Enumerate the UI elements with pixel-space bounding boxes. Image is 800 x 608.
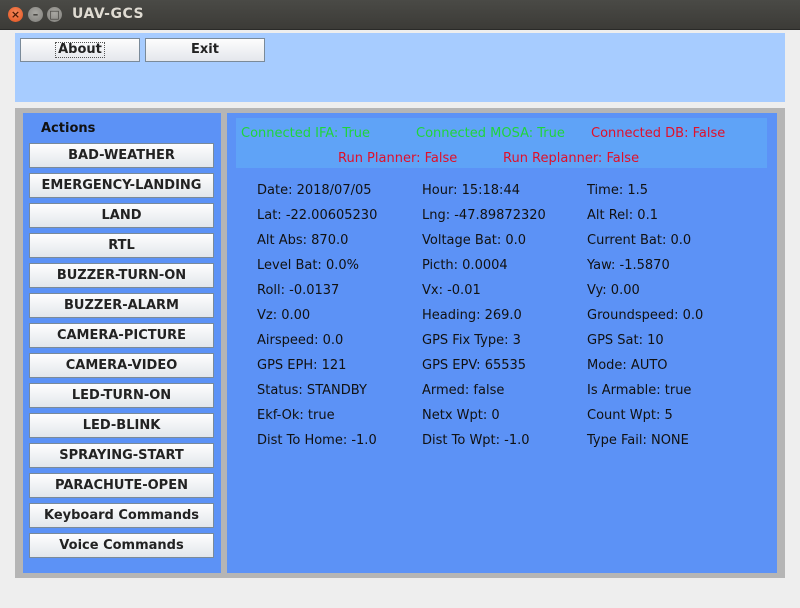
connected-ifa-status: Connected IFA: True bbox=[241, 126, 371, 141]
telemetry-field-right: Current Bat: 0.0 bbox=[587, 233, 692, 248]
action-button-bad-weather[interactable]: BAD-WEATHER bbox=[29, 143, 214, 168]
telemetry-field-middle: Heading: 269.0 bbox=[422, 308, 522, 323]
telemetry-field-right: Time: 1.5 bbox=[587, 183, 649, 198]
action-button-keyboard-commands[interactable]: Keyboard Commands bbox=[29, 503, 214, 528]
window-title: UAV-GCS bbox=[72, 6, 145, 22]
telemetry-field-middle: Hour: 15:18:44 bbox=[422, 183, 520, 198]
telemetry-field-middle: Vx: -0.01 bbox=[422, 283, 481, 298]
telemetry-field-left: Vz: 0.00 bbox=[257, 308, 311, 323]
telemetry-field-middle: Voltage Bat: 0.0 bbox=[422, 233, 527, 248]
telemetry-field-left: Airspeed: 0.0 bbox=[257, 333, 344, 348]
connected-db-status: Connected DB: False bbox=[591, 126, 726, 141]
actions-title: Actions bbox=[41, 121, 96, 136]
telemetry-field-left: Lat: -22.00605230 bbox=[257, 208, 378, 223]
action-button-voice-commands[interactable]: Voice Commands bbox=[29, 533, 214, 558]
telemetry-field-right: GPS Sat: 10 bbox=[587, 333, 664, 348]
exit-button[interactable]: Exit bbox=[145, 38, 265, 62]
about-button[interactable]: About bbox=[20, 38, 140, 62]
telemetry-field-left: GPS EPH: 121 bbox=[257, 358, 347, 373]
minimize-window-button[interactable]: – bbox=[28, 7, 43, 22]
action-button-buzzer-turn-on[interactable]: BUZZER-TURN-ON bbox=[29, 263, 214, 288]
telemetry-field-left: Date: 2018/07/05 bbox=[257, 183, 372, 198]
action-button-buzzer-alarm[interactable]: BUZZER-ALARM bbox=[29, 293, 214, 318]
telemetry-field-middle: GPS EPV: 65535 bbox=[422, 358, 527, 373]
telemetry-field-middle: Dist To Wpt: -1.0 bbox=[422, 433, 530, 448]
action-button-spraying-start[interactable]: SPRAYING-START bbox=[29, 443, 214, 468]
telemetry-field-right: Yaw: -1.5870 bbox=[587, 258, 670, 273]
telemetry-field-middle: Lng: -47.89872320 bbox=[422, 208, 546, 223]
telemetry-field-left: Alt Abs: 870.0 bbox=[257, 233, 349, 248]
telemetry-field-right: Count Wpt: 5 bbox=[587, 408, 673, 423]
run-planner-status: Run Planner: False bbox=[338, 151, 458, 166]
telemetry-field-left: Status: STANDBY bbox=[257, 383, 367, 398]
connected-mosa-status: Connected MOSA: True bbox=[416, 126, 565, 141]
close-window-button[interactable]: × bbox=[8, 7, 23, 22]
telemetry-field-middle: GPS Fix Type: 3 bbox=[422, 333, 521, 348]
title-bar: × – □ UAV-GCS bbox=[0, 0, 800, 30]
actions-panel: Actions BAD-WEATHER EMERGENCY-LANDING LA… bbox=[23, 113, 221, 573]
action-button-rtl[interactable]: RTL bbox=[29, 233, 214, 258]
action-button-emergency-landing[interactable]: EMERGENCY-LANDING bbox=[29, 173, 214, 198]
telemetry-field-left: Roll: -0.0137 bbox=[257, 283, 340, 298]
telemetry-field-left: Level Bat: 0.0% bbox=[257, 258, 359, 273]
action-button-camera-video[interactable]: CAMERA-VIDEO bbox=[29, 353, 214, 378]
run-replanner-status: Run Replanner: False bbox=[503, 151, 640, 166]
action-button-land[interactable]: LAND bbox=[29, 203, 214, 228]
action-button-parachute-open[interactable]: PARACHUTE-OPEN bbox=[29, 473, 214, 498]
telemetry-field-right: Vy: 0.00 bbox=[587, 283, 640, 298]
telemetry-field-right: Groundspeed: 0.0 bbox=[587, 308, 704, 323]
telemetry-field-left: Dist To Home: -1.0 bbox=[257, 433, 377, 448]
main-frame: Actions BAD-WEATHER EMERGENCY-LANDING LA… bbox=[15, 108, 785, 578]
maximize-window-button[interactable]: □ bbox=[47, 7, 62, 22]
telemetry-field-middle: Picth: 0.0004 bbox=[422, 258, 508, 273]
telemetry-field-middle: Armed: false bbox=[422, 383, 505, 398]
telemetry-field-middle: Netx Wpt: 0 bbox=[422, 408, 500, 423]
action-button-led-turn-on[interactable]: LED-TURN-ON bbox=[29, 383, 214, 408]
about-button-label: About bbox=[55, 42, 105, 58]
telemetry-field-right: Alt Rel: 0.1 bbox=[587, 208, 658, 223]
telemetry-field-right: Is Armable: true bbox=[587, 383, 692, 398]
telemetry-field-left: Ekf-Ok: true bbox=[257, 408, 335, 423]
action-button-camera-picture[interactable]: CAMERA-PICTURE bbox=[29, 323, 214, 348]
telemetry-field-right: Type Fail: NONE bbox=[587, 433, 689, 448]
top-toolbar-panel: About Exit bbox=[15, 33, 785, 102]
telemetry-field-right: Mode: AUTO bbox=[587, 358, 668, 373]
connection-status-box: Connected IFA: True Connected MOSA: True… bbox=[236, 118, 767, 168]
action-button-led-blink[interactable]: LED-BLINK bbox=[29, 413, 214, 438]
telemetry-panel: Connected IFA: True Connected MOSA: True… bbox=[227, 113, 777, 573]
